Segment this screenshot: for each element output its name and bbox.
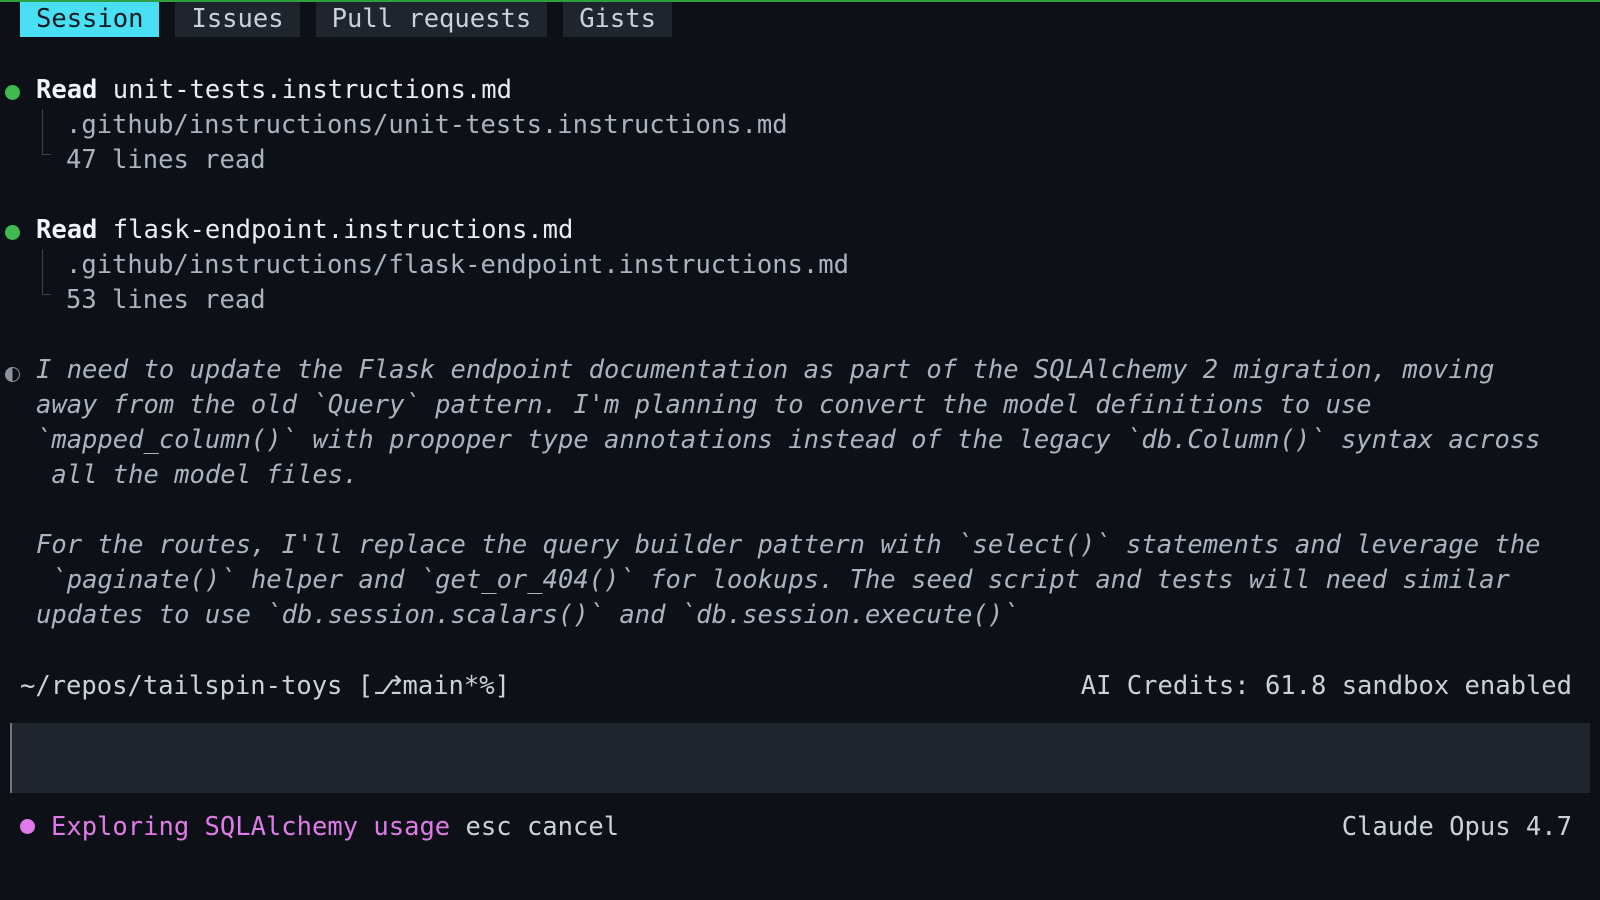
tree-connector	[42, 249, 43, 294]
entry-file: unit-tests.instructions.md	[112, 75, 512, 105]
cancel-hint[interactable]: esc cancel	[466, 812, 620, 842]
activity-indicator: Exploring SQLAlchemy usage esc cancel	[20, 809, 619, 845]
entry-result: 47 lines read	[66, 145, 266, 175]
entry-path: .github/instructions/flask-endpoint.inst…	[66, 250, 849, 280]
entry-file: flask-endpoint.instructions.md	[112, 215, 574, 245]
cwd-branch: ~/repos/tailspin-toys [⎇main*%]	[20, 671, 510, 701]
thinking-paragraph: I need to update the Flask endpoint docu…	[36, 355, 1541, 490]
thinking-paragraph: For the routes, I'll replace the query b…	[36, 530, 1541, 630]
status-line: ~/repos/tailspin-toys [⎇main*%] AI Credi…	[20, 668, 1572, 704]
tab-issues[interactable]: Issues	[175, 2, 300, 37]
success-dot-icon	[5, 225, 20, 240]
prompt-input-container	[10, 723, 1590, 793]
entry-verb: Read	[36, 75, 98, 105]
tree-connector-end	[42, 154, 51, 155]
tab-gists[interactable]: Gists	[563, 2, 672, 37]
prompt-input[interactable]	[12, 723, 1590, 793]
tree-connector	[42, 109, 43, 154]
tab-bar: Session Issues Pull requests Gists	[20, 2, 672, 37]
entry-verb: Read	[36, 215, 98, 245]
success-dot-icon	[5, 85, 20, 100]
entry-header: Read flask-endpoint.instructions.md	[36, 212, 573, 248]
activity-dot-icon	[20, 818, 35, 834]
tree-connector-end	[42, 294, 51, 295]
model-name[interactable]: Claude Opus 4.7	[1342, 809, 1572, 845]
credits-status: AI Credits: 61.8 sandbox enabled	[1080, 671, 1572, 701]
entry-path: .github/instructions/unit-tests.instruct…	[66, 110, 788, 140]
tab-pull-requests[interactable]: Pull requests	[315, 2, 548, 37]
entry-header: Read unit-tests.instructions.md	[36, 72, 512, 108]
entry-result: 53 lines read	[66, 285, 266, 315]
thinking-icon	[5, 367, 20, 382]
tab-session[interactable]: Session	[20, 2, 160, 37]
activity-text: Exploring SQLAlchemy usage	[51, 812, 451, 842]
bottom-bar: Exploring SQLAlchemy usage esc cancel Cl…	[20, 809, 1572, 845]
